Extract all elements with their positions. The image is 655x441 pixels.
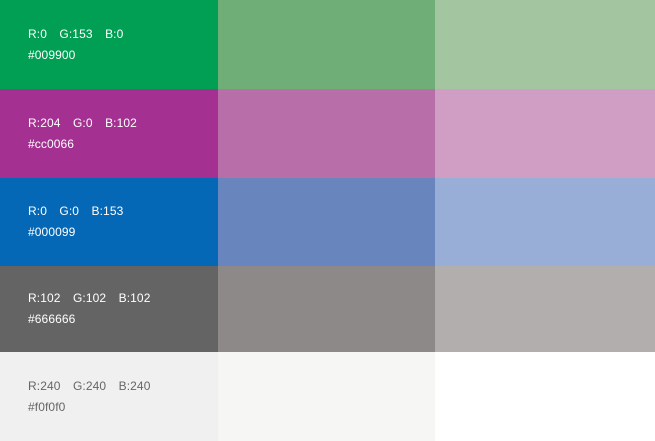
- swatch-tint-medium: [218, 178, 435, 266]
- rgb-values: R:0 G:153 B:0: [28, 24, 123, 45]
- color-label: R:0 G:0 B:153 #000099: [28, 201, 123, 243]
- green-value: G:240: [72, 378, 107, 393]
- color-label: R:0 G:153 B:0 #009900: [28, 24, 123, 66]
- swatch-tint-medium: [218, 266, 435, 352]
- hex-value: #f0f0f0: [28, 399, 66, 414]
- swatch-tint-light: [435, 352, 655, 441]
- swatch-tint-light: [435, 178, 655, 266]
- red-value: R:0: [28, 204, 47, 218]
- hex-value: #009900: [28, 47, 76, 62]
- swatch-tint-light: [435, 0, 655, 89]
- rgb-values: R:102 G:102 B:102: [28, 288, 150, 309]
- green-value: G:0: [72, 115, 93, 130]
- color-label: R:204 G:0 B:102 #cc0066: [28, 113, 137, 155]
- blue-value: B:153: [91, 204, 124, 218]
- color-label: R:102 G:102 B:102 #666666: [28, 288, 150, 330]
- green-value: G:153: [59, 26, 93, 41]
- rgb-values: R:204 G:0 B:102: [28, 113, 137, 134]
- palette-row-gray: R:102 G:102 B:102 #666666: [0, 266, 655, 352]
- color-label: R:240 G:240 B:240 #f0f0f0: [28, 376, 150, 418]
- hex-value: #000099: [28, 225, 76, 239]
- palette-row-green: R:0 G:153 B:0 #009900: [0, 0, 655, 89]
- palette-row-blue: R:0 G:0 B:153 #000099: [0, 178, 655, 266]
- palette-row-magenta: R:204 G:0 B:102 #cc0066: [0, 89, 655, 178]
- swatch-tint-light: [435, 89, 655, 178]
- red-value: R:0: [28, 26, 47, 41]
- green-value: G:102: [72, 291, 107, 305]
- palette-row-light-gray: R:240 G:240 B:240 #f0f0f0: [0, 352, 655, 441]
- rgb-values: R:0 G:0 B:153: [28, 201, 123, 222]
- green-value: G:0: [59, 204, 80, 218]
- red-value: R:204: [28, 115, 61, 130]
- blue-value: B:0: [105, 26, 124, 41]
- red-value: R:102: [28, 291, 61, 305]
- red-value: R:240: [28, 378, 61, 393]
- swatch-tint-medium: [218, 352, 435, 441]
- swatch-tint-medium: [218, 89, 435, 178]
- swatch-tint-medium: [218, 0, 435, 89]
- blue-value: B:102: [118, 291, 151, 305]
- rgb-values: R:240 G:240 B:240: [28, 376, 150, 397]
- swatch-tint-light: [435, 266, 655, 352]
- hex-value: #666666: [28, 312, 76, 326]
- blue-value: B:240: [118, 378, 151, 393]
- blue-value: B:102: [105, 115, 137, 130]
- color-palette: R:0 G:153 B:0 #009900 R:204 G:0 B:102 #c…: [0, 0, 655, 441]
- hex-value: #cc0066: [28, 136, 75, 151]
